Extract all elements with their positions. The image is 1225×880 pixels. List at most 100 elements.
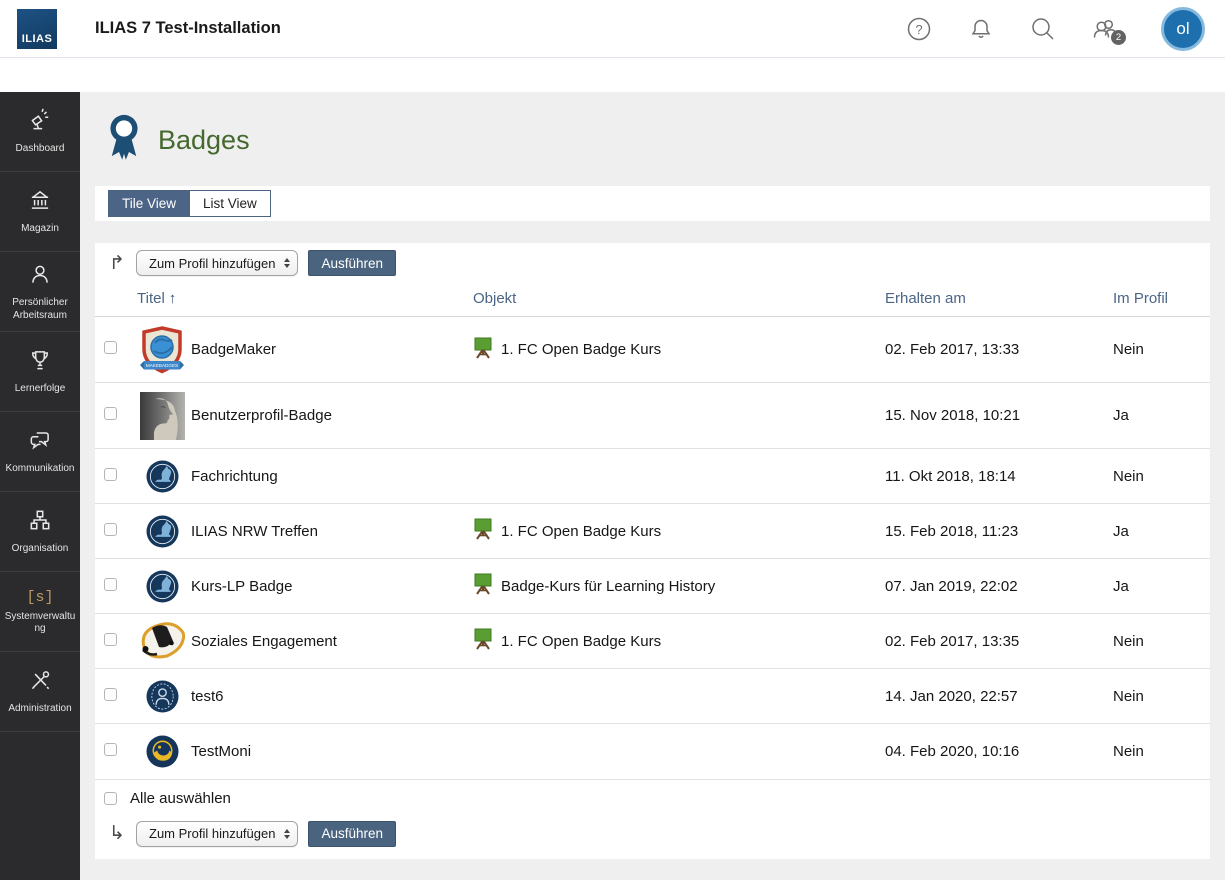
received-date: 02. Feb 2017, 13:35 [877, 614, 1105, 669]
s-brackets-icon: [s] [26, 588, 53, 606]
sidebar-item-lernerfolge[interactable]: Lernerfolge [0, 332, 80, 412]
badge-title: Kurs-LP Badge [191, 578, 292, 595]
dashboard-lamp-icon [27, 107, 53, 138]
in-profile-value: Nein [1105, 614, 1210, 669]
main-sidebar: Dashboard Magazin Persönlicher Arbeitsra… [0, 92, 80, 880]
installation-title: ILIAS 7 Test-Installation [95, 19, 281, 38]
course-icon [473, 573, 493, 599]
in-profile-value: Ja [1105, 383, 1210, 449]
received-date: 04. Feb 2020, 10:16 [877, 724, 1105, 779]
help-icon[interactable]: ? [905, 15, 933, 43]
row-checkbox[interactable] [104, 341, 117, 354]
table-row: test6 14. Jan 2020, 22:57 Nein [95, 669, 1210, 724]
members-icon[interactable]: 2 [1091, 15, 1119, 43]
badge-image: MAKEBADGES [137, 326, 187, 374]
trophy-icon [27, 347, 53, 378]
row-checkbox[interactable] [104, 688, 117, 701]
person-icon [27, 261, 53, 292]
crossed-tools-icon [27, 667, 53, 698]
in-profile-value: Ja [1105, 559, 1210, 614]
row-checkbox[interactable] [104, 407, 117, 420]
row-checkbox[interactable] [104, 633, 117, 646]
badge-title: Fachrichtung [191, 468, 278, 485]
object-link[interactable]: Badge-Kurs für Learning History [501, 578, 715, 595]
badges-table: Titel↑ Objekt Erhalten am Im Profil MAKE… [95, 284, 1210, 779]
sidebar-item-kommunikation[interactable]: Kommunikation [0, 412, 80, 492]
table-row: ILIAS NRW Treffen 1. FC Open Badge Kurs … [95, 504, 1210, 559]
column-header-objekt[interactable]: Objekt [465, 284, 877, 317]
column-header-improfil[interactable]: Im Profil [1105, 284, 1210, 317]
svg-text:MAKEBADGES: MAKEBADGES [146, 363, 178, 368]
badge-award-icon [105, 113, 143, 168]
select-all-checkbox[interactable] [104, 792, 117, 805]
column-header-erhalten[interactable]: Erhalten am [877, 284, 1105, 317]
sidebar-item-organisation[interactable]: Organisation [0, 492, 80, 572]
select-all-label: Alle auswählen [130, 790, 231, 807]
apply-to-selection-up-icon: ↱ [108, 252, 126, 275]
column-header-titel[interactable]: Titel↑ [129, 284, 465, 317]
table-row: Benutzerprofil-Badge 15. Nov 2018, 10:21… [95, 383, 1210, 449]
received-date: 11. Okt 2018, 18:14 [877, 449, 1105, 504]
in-profile-value: Ja [1105, 504, 1210, 559]
svg-text:?: ? [915, 22, 922, 37]
tab-list-view[interactable]: List View [190, 190, 271, 217]
notifications-bell-icon[interactable] [967, 15, 995, 43]
badge-image [137, 680, 187, 713]
sort-asc-icon: ↑ [169, 290, 177, 307]
received-date: 15. Nov 2018, 10:21 [877, 383, 1105, 449]
course-icon [473, 518, 493, 544]
badge-title: test6 [191, 688, 224, 705]
view-tabs: Tile ViewList View [95, 186, 1210, 221]
page-title: Badges [158, 125, 250, 156]
select-value: Zum Profil hinzufügen [149, 826, 275, 841]
course-icon [473, 337, 493, 363]
execute-button[interactable]: Ausführen [308, 250, 396, 276]
row-checkbox[interactable] [104, 468, 117, 481]
user-avatar[interactable]: ol [1161, 7, 1205, 51]
repository-building-icon [27, 187, 53, 218]
received-date: 14. Jan 2020, 22:57 [877, 669, 1105, 724]
object-link[interactable]: 1. FC Open Badge Kurs [501, 341, 661, 358]
course-icon [473, 628, 493, 654]
badge-title: ILIAS NRW Treffen [191, 523, 318, 540]
row-checkbox[interactable] [104, 743, 117, 756]
table-row: TestMoni 04. Feb 2020, 10:16 Nein [95, 724, 1210, 779]
search-icon[interactable] [1029, 15, 1057, 43]
profile-action-select[interactable]: Zum Profil hinzufügen [136, 250, 298, 276]
top-action-bar: ↱ Zum Profil hinzufügen Ausführen [95, 243, 1210, 284]
badge-title: BadgeMaker [191, 341, 276, 358]
in-profile-value: Nein [1105, 449, 1210, 504]
object-link[interactable]: 1. FC Open Badge Kurs [501, 523, 661, 540]
badge-image [137, 735, 187, 768]
tab-tile-view[interactable]: Tile View [108, 190, 190, 217]
badges-panel: ↱ Zum Profil hinzufügen Ausführen Titel↑… [95, 243, 1210, 859]
chat-bubbles-icon [27, 427, 53, 458]
header-checkbox-col [95, 284, 129, 317]
in-profile-value: Nein [1105, 669, 1210, 724]
row-checkbox[interactable] [104, 578, 117, 591]
in-profile-value: Nein [1105, 724, 1210, 779]
badge-title: Benutzerprofil-Badge [191, 407, 332, 424]
org-chart-icon [27, 507, 53, 538]
top-header: ILIAS ILIAS 7 Test-Installation ? 2 ol [0, 0, 1225, 92]
badge-image [137, 620, 187, 662]
received-date: 02. Feb 2017, 13:33 [877, 317, 1105, 383]
in-profile-value: Nein [1105, 317, 1210, 383]
ilias-logo[interactable]: ILIAS [17, 9, 57, 49]
select-value: Zum Profil hinzufügen [149, 256, 275, 271]
badge-title: TestMoni [191, 743, 251, 760]
bottom-action-bar: ↳ Zum Profil hinzufügen Ausführen [95, 817, 1210, 857]
sidebar-item-systemverwaltung[interactable]: [s] Systemverwaltung [0, 572, 80, 652]
object-link[interactable]: 1. FC Open Badge Kurs [501, 633, 661, 650]
table-row: Kurs-LP Badge Badge-Kurs für Learning Hi… [95, 559, 1210, 614]
sidebar-item-dashboard[interactable]: Dashboard [0, 92, 80, 172]
row-checkbox[interactable] [104, 523, 117, 536]
badge-image [137, 392, 187, 440]
table-row: MAKEBADGES BadgeMaker 1. FC Open Badge K… [95, 317, 1210, 383]
profile-action-select-bottom[interactable]: Zum Profil hinzufügen [136, 821, 298, 847]
execute-button-bottom[interactable]: Ausführen [308, 821, 396, 847]
members-count-badge: 2 [1111, 30, 1126, 45]
sidebar-item-magazin[interactable]: Magazin [0, 172, 80, 252]
sidebar-item-pers-nlicher-arbeitsraum[interactable]: Persönlicher Arbeitsraum [0, 252, 80, 332]
sidebar-item-administration[interactable]: Administration [0, 652, 80, 732]
